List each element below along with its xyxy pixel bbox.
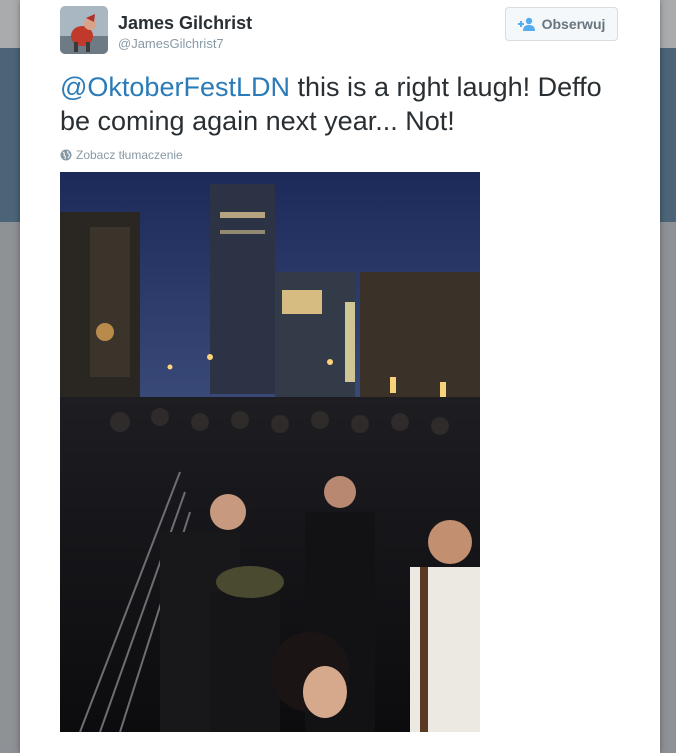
tweet-card: James Gilchrist @JamesGilchrist7 Obserwu… xyxy=(20,0,660,753)
tweet-text: @OktoberFestLDN this is a right laugh! D… xyxy=(60,70,630,138)
author-name[interactable]: James Gilchrist xyxy=(118,13,252,34)
follow-button[interactable]: Obserwuj xyxy=(505,7,618,41)
mention-link[interactable]: @OktoberFestLDN xyxy=(60,72,290,102)
translate-link[interactable]: Zobacz tłumaczenie xyxy=(60,148,183,162)
avatar[interactable] xyxy=(60,6,108,54)
add-user-icon xyxy=(517,17,536,31)
translate-label: Zobacz tłumaczenie xyxy=(76,148,183,162)
follow-button-label: Obserwuj xyxy=(541,16,606,32)
author-handle[interactable]: @JamesGilchrist7 xyxy=(118,36,224,51)
crowd-photo[interactable] xyxy=(60,172,480,732)
globe-icon xyxy=(60,149,72,161)
